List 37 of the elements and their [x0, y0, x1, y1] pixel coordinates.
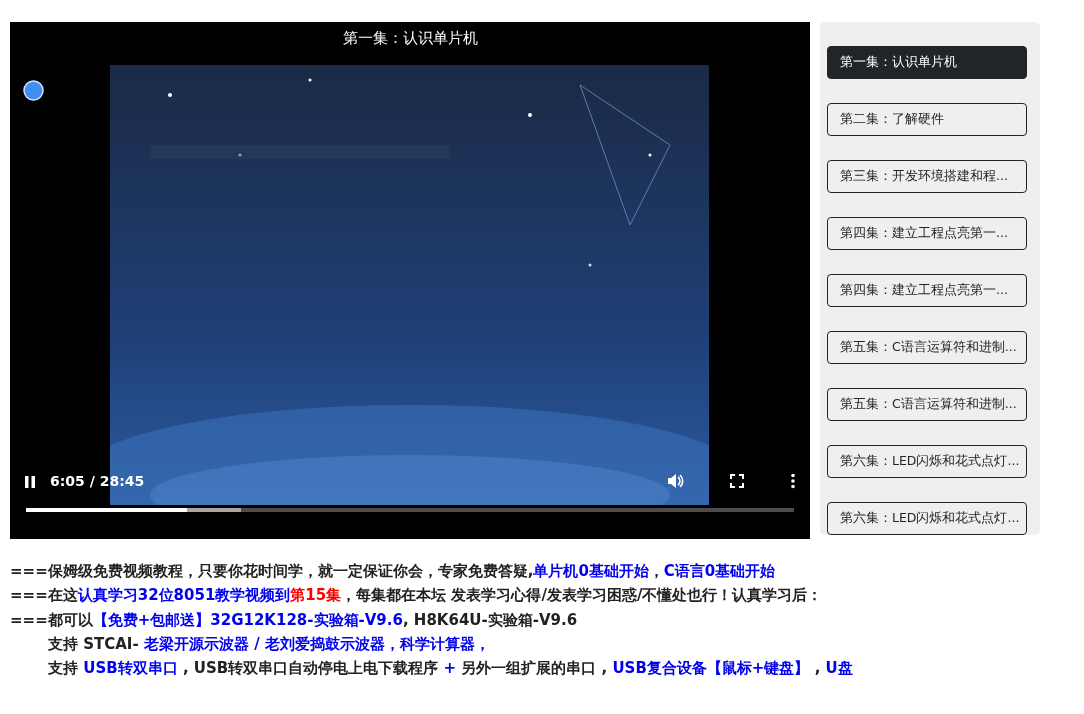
- episode-button[interactable]: 第四集：建立工程点亮第一...: [827, 217, 1027, 250]
- note-text: , USB转双串口自动停电上电下载程序: [182, 659, 439, 678]
- note-text: 另外一组扩展的串口 ,: [461, 659, 608, 678]
- note-text: , H8K64U-实验箱-V9.6: [402, 610, 578, 629]
- episode-button[interactable]: 第二集：了解硬件: [827, 103, 1027, 136]
- note-text: ===都可以: [10, 610, 93, 629]
- episode-button[interactable]: 第三集：开发环境搭建和程...: [827, 160, 1027, 193]
- episode-button[interactable]: 第六集：LED闪烁和花式点灯...: [827, 502, 1027, 535]
- note-text: ===保姆级免费视频教程，只要你花时间学，就一定保证你会，专家免费答疑,: [10, 562, 534, 580]
- highlighted-text: 第15集: [290, 586, 342, 605]
- episode-button[interactable]: 第四集：建立工程点亮第一...: [827, 274, 1027, 307]
- text-link[interactable]: 认真学习32位8051教学视频到: [77, 586, 291, 605]
- episode-button[interactable]: 第一集：认识单片机: [827, 46, 1027, 79]
- note-text: 支持: [48, 659, 78, 678]
- text-link[interactable]: 单片机0基础开始: [533, 562, 649, 580]
- note-text: 支持 STCAI-: [48, 634, 139, 653]
- text-link[interactable]: USB复合设备【鼠标+键盘】: [612, 659, 810, 678]
- text-link[interactable]: USB转双串口: [83, 659, 178, 678]
- episode-button[interactable]: 第五集：C语言运算符和进制...: [827, 331, 1027, 364]
- episode-button[interactable]: 第六集：LED闪烁和花式点灯...: [827, 445, 1027, 478]
- video-title: 第一集：认识单片机: [342, 29, 478, 47]
- note-text: ===在这: [10, 586, 78, 605]
- text-link[interactable]: +: [443, 659, 457, 678]
- note-text: ,: [814, 659, 821, 678]
- note-text: ，每集都在本坛 发表学习心得/发表学习困惑/不懂处也行！认真学习后：: [341, 586, 823, 605]
- text-link[interactable]: U盘: [825, 659, 853, 678]
- note-text: ，: [648, 562, 664, 580]
- text-link[interactable]: 老梁开源示波器 / 老刘爱捣鼓示波器，科学计算器，: [143, 634, 490, 653]
- text-link[interactable]: C语言0基础开始: [663, 562, 776, 580]
- fullscreen-icon[interactable]: [730, 474, 744, 488]
- text-link[interactable]: 【免费+包邮送】32G12K128-实验箱-V9.6: [92, 610, 403, 629]
- more-icon[interactable]: [790, 473, 796, 489]
- logo-icon: [23, 80, 44, 101]
- progress-bar[interactable]: [26, 508, 794, 512]
- volume-icon[interactable]: [666, 472, 684, 490]
- pause-icon[interactable]: [24, 474, 36, 489]
- episode-button[interactable]: 第五集：C语言运算符和进制...: [827, 388, 1027, 421]
